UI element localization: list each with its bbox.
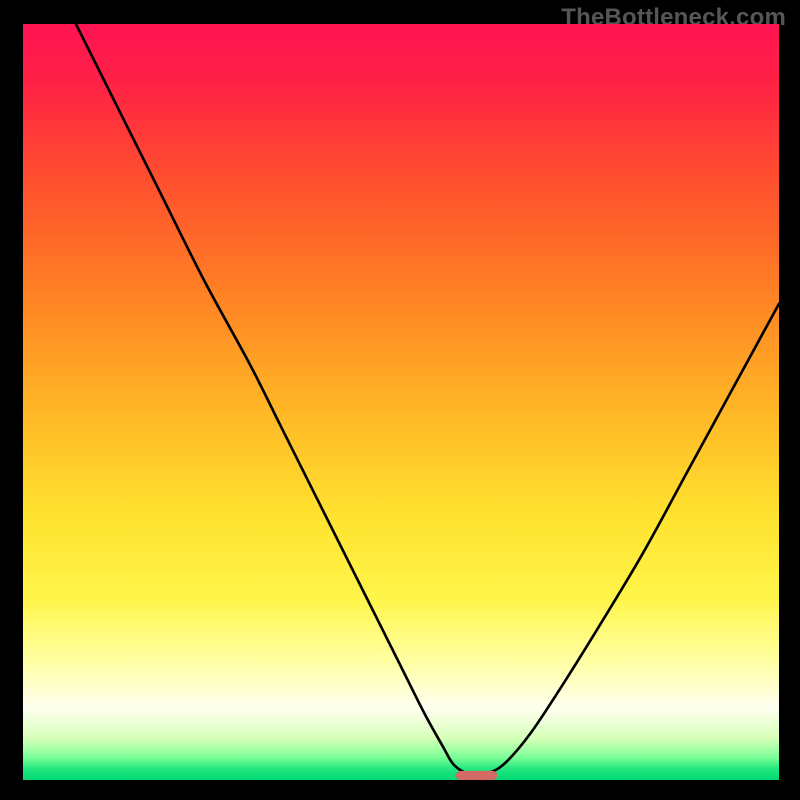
optimal-marker xyxy=(456,771,498,780)
bottleneck-chart xyxy=(23,24,779,780)
chart-frame: TheBottleneck.com xyxy=(0,0,800,800)
